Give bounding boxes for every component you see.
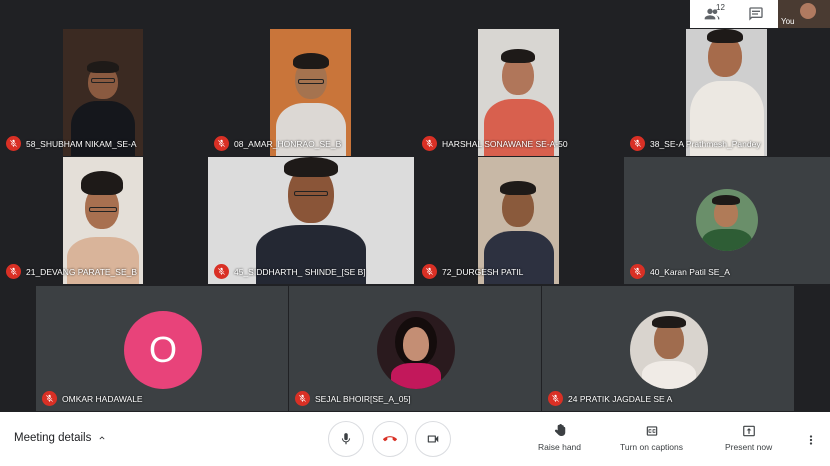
participant-tile[interactable]: O OMKAR HADAWALE — [36, 286, 288, 411]
participant-label: 24 PRATIK JAGDALE SE A — [548, 391, 672, 406]
captions-label: Turn on captions — [620, 442, 683, 452]
participant-label: 40_Karan Patil SE_A — [630, 264, 730, 279]
participant-initial-avatar: O — [124, 311, 202, 389]
participant-label: 58_SHUBHAM NIKAM_SE-A — [6, 136, 137, 151]
participant-name: 21_DEVANG PARATE_SE_B — [26, 266, 138, 277]
participant-label: 38_SE-A Prathmesh_Pandey — [630, 136, 761, 151]
participant-name: SEJAL BHOIR[SE_A_05] — [315, 393, 411, 404]
mic-off-icon — [42, 391, 57, 406]
raise-hand-icon — [554, 424, 565, 436]
participant-tile[interactable]: 38_SE-A Prathmesh_Pandey — [624, 29, 830, 156]
participant-label: OMKAR HADAWALE — [42, 391, 143, 406]
bottom-control-bar: Meeting details Raise hand Turn on capti… — [0, 412, 830, 466]
participant-tile[interactable]: 72_DURGESH PATIL — [416, 157, 622, 284]
mic-off-icon — [295, 391, 310, 406]
mic-off-icon — [6, 264, 21, 279]
participant-label: SEJAL BHOIR[SE_A_05] — [295, 391, 411, 406]
participant-name: 72_DURGESH PATIL — [442, 266, 524, 277]
mic-off-icon — [214, 264, 229, 279]
mic-off-icon — [422, 264, 437, 279]
participant-tile[interactable]: 40_Karan Patil SE_A — [624, 157, 830, 284]
participant-name: 40_Karan Patil SE_A — [650, 266, 730, 277]
microphone-icon — [341, 433, 351, 445]
meeting-details-label: Meeting details — [14, 432, 92, 444]
people-count: 12 — [716, 3, 725, 12]
participant-name: 45_SIDDHARTH_ SHINDE_[SE B] — [234, 266, 366, 277]
video-camera-icon — [427, 435, 439, 443]
chat-button[interactable] — [734, 0, 778, 28]
camera-button[interactable] — [415, 421, 451, 457]
self-avatar — [800, 3, 816, 19]
present-screen-icon — [742, 425, 755, 437]
participant-avatar — [377, 311, 455, 389]
closed-captions-icon — [646, 426, 657, 436]
mic-off-icon — [6, 136, 21, 151]
participant-name: 08_AMAR_HONRAO_SE_B — [234, 138, 342, 149]
participant-name: 38_SE-A Prathmesh_Pandey — [650, 138, 761, 149]
raise-hand-label: Raise hand — [538, 442, 582, 452]
microphone-button[interactable] — [328, 421, 364, 457]
participant-tile[interactable]: 21_DEVANG PARATE_SE_B — [0, 157, 206, 284]
self-view-tile[interactable]: You — [778, 0, 830, 28]
participant-name: HARSHAL SONAWANE SE-A-50 — [442, 138, 568, 149]
participant-avatar — [696, 189, 758, 251]
present-now-button[interactable]: Present now — [725, 424, 772, 452]
participant-avatar — [630, 311, 708, 389]
participant-label: 45_SIDDHARTH_ SHINDE_[SE B] — [214, 264, 366, 279]
participant-name: 24 PRATIK JAGDALE SE A — [568, 393, 673, 404]
leave-call-button[interactable] — [372, 421, 408, 457]
participant-name: 58_SHUBHAM NIKAM_SE-A — [26, 138, 137, 149]
meeting-details-button[interactable]: Meeting details — [14, 432, 107, 444]
mic-off-icon — [630, 136, 645, 151]
raise-hand-button[interactable]: Raise hand — [538, 424, 581, 452]
participant-tile[interactable]: 58_SHUBHAM NIKAM_SE-A — [0, 29, 206, 156]
mic-off-icon — [548, 391, 563, 406]
more-options-button[interactable] — [804, 430, 818, 450]
participant-tile[interactable]: SEJAL BHOIR[SE_A_05] — [289, 286, 541, 411]
self-label: You — [781, 17, 795, 26]
participant-name: OMKAR HADAWALE — [62, 393, 143, 404]
participant-tile[interactable]: HARSHAL SONAWANE SE-A-50 — [416, 29, 622, 156]
mic-off-icon — [630, 264, 645, 279]
participant-label: 08_AMAR_HONRAO_SE_B — [214, 136, 341, 151]
mic-off-icon — [214, 136, 229, 151]
participant-label: HARSHAL SONAWANE SE-A-50 — [422, 136, 568, 151]
chevron-up-icon — [99, 436, 105, 440]
chat-icon — [749, 7, 763, 21]
mic-off-icon — [422, 136, 437, 151]
people-button[interactable]: 12 — [690, 0, 734, 28]
participant-tile[interactable]: 08_AMAR_HONRAO_SE_B — [208, 29, 414, 156]
meeting-stage: 12 You 58_SHUBHAM NIKAM_SE-A 08_AMAR_HON… — [0, 0, 830, 466]
participant-tile[interactable]: 24 PRATIK JAGDALE SE A — [542, 286, 794, 411]
more-vert-icon — [809, 435, 813, 445]
captions-button[interactable]: Turn on captions — [620, 424, 683, 452]
participant-tile[interactable]: 45_SIDDHARTH_ SHINDE_[SE B] — [208, 157, 414, 284]
present-now-label: Present now — [725, 442, 773, 452]
participant-label: 72_DURGESH PATIL — [422, 264, 523, 279]
hang-up-icon — [383, 436, 397, 442]
participant-label: 21_DEVANG PARATE_SE_B — [6, 264, 137, 279]
